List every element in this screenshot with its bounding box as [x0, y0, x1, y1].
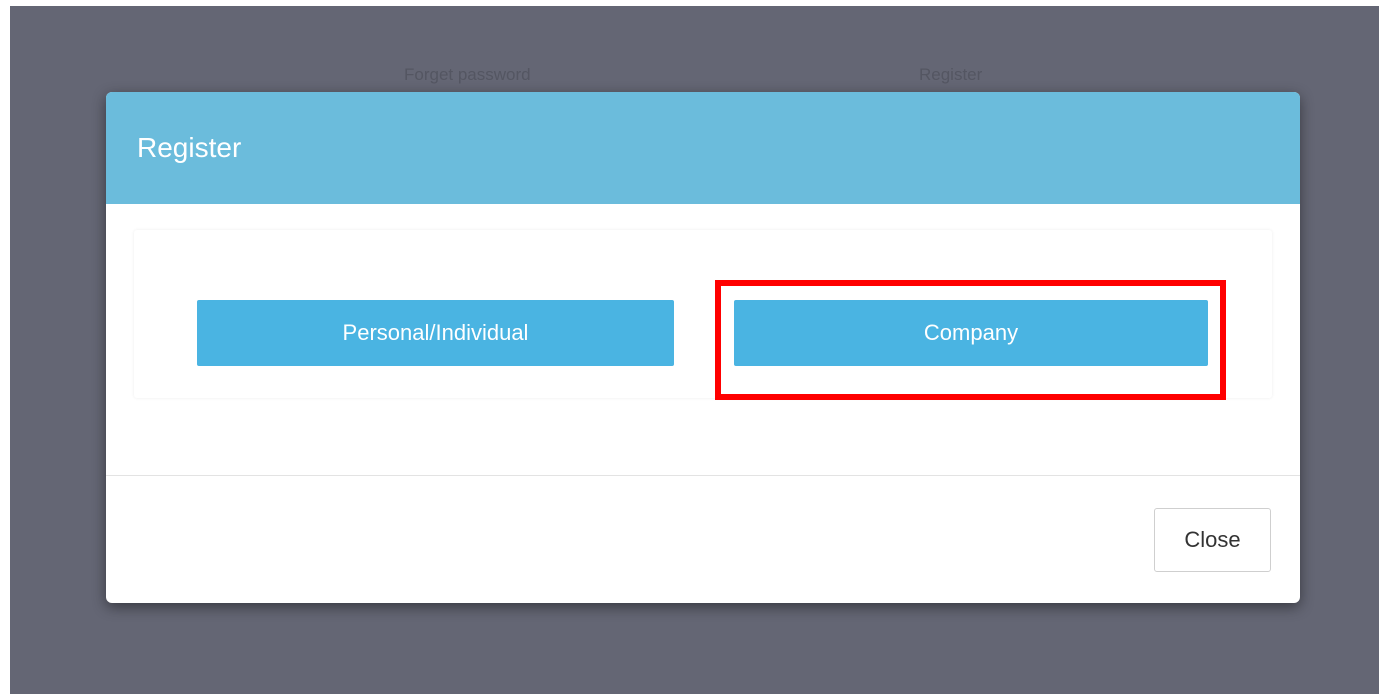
register-modal: Register Personal/Individual Company Clo…: [106, 92, 1300, 603]
page: Forget password Register Register Person…: [0, 0, 1379, 694]
registration-type-panel: Personal/Individual Company: [134, 230, 1272, 400]
modal-body: Personal/Individual Company: [106, 204, 1300, 476]
register-link: Register: [919, 65, 983, 84]
modal-title: Register: [137, 132, 242, 163]
personal-individual-button[interactable]: Personal/Individual: [197, 300, 674, 366]
modal-header: Register: [106, 92, 1300, 204]
close-button[interactable]: Close: [1154, 508, 1271, 572]
modal-footer: Close: [106, 476, 1300, 603]
company-button[interactable]: Company: [734, 300, 1208, 366]
forget-password-link: Forget password: [404, 65, 531, 84]
background-links: Forget password Register: [10, 60, 1379, 90]
